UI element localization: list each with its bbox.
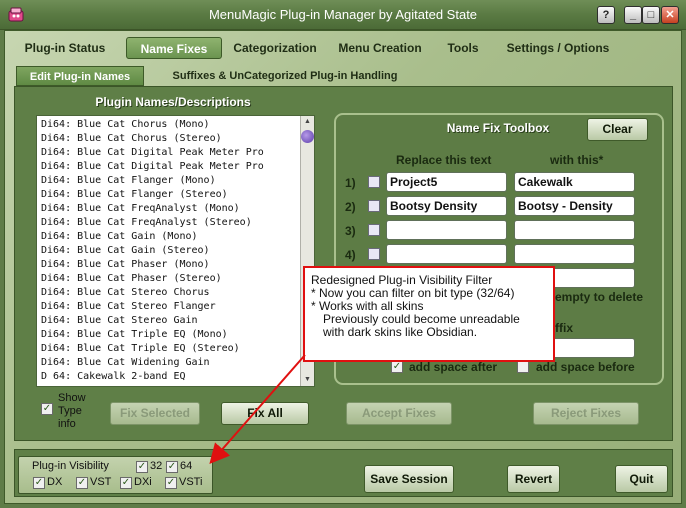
revert-button[interactable]: Revert: [507, 465, 560, 493]
list-item[interactable]: Di64: Blue Cat Stereo Chorus: [41, 286, 303, 300]
callout-line: with dark skins like Obsidian.: [323, 325, 478, 339]
dx-label: DX: [47, 476, 63, 488]
with-field-3[interactable]: [514, 220, 635, 240]
dxi-checkbox[interactable]: ✓: [120, 477, 132, 489]
dx-checkbox[interactable]: ✓: [33, 477, 45, 489]
replace-field-3[interactable]: [386, 220, 507, 240]
replace-field-2[interactable]: Bootsy Density: [386, 196, 507, 216]
list-item[interactable]: Di64: Blue Cat Chorus (Stereo): [41, 132, 303, 146]
list-item[interactable]: Di64: Blue Cat FreqAnalyst (Mono): [41, 202, 303, 216]
row-checkbox[interactable]: [368, 200, 380, 212]
list-item[interactable]: Di64: Blue Cat Gain (Stereo): [41, 244, 303, 258]
row-number: 4): [345, 248, 356, 262]
tab-name-fixes[interactable]: Name Fixes: [126, 37, 222, 59]
col-replace-header: Replace this text: [396, 153, 492, 167]
vsti-label: VSTi: [179, 476, 203, 488]
tab-menu-creation[interactable]: Menu Creation: [333, 37, 427, 59]
quit-button[interactable]: Quit: [615, 465, 668, 493]
list-item[interactable]: Di64: Blue Cat Stereo Gain: [41, 314, 303, 328]
tab-settings-options[interactable]: Settings / Options: [498, 37, 618, 59]
toolbox-title: Name Fix Toolbox: [446, 121, 550, 135]
row-checkbox[interactable]: [368, 176, 380, 188]
list-item[interactable]: Di64: Blue Cat Phaser (Mono): [41, 258, 303, 272]
add-space-after-label: add space after: [409, 360, 498, 374]
minimize-button[interactable]: _: [624, 6, 642, 24]
tab-categorization[interactable]: Categorization: [226, 37, 324, 59]
list-item[interactable]: Di64: Blue Cat Stereo Flanger: [41, 300, 303, 314]
clear-button[interactable]: Clear: [587, 118, 648, 141]
bit-32-label: 32: [150, 460, 163, 472]
subtab-edit-plugin-names[interactable]: Edit Plug-in Names: [16, 66, 144, 86]
vst-label: VST: [90, 476, 112, 488]
bit-32-checkbox[interactable]: ✓: [136, 461, 148, 473]
add-space-before-label: add space before: [536, 360, 635, 374]
list-item[interactable]: Di64: Blue Cat Triple EQ (Mono): [41, 328, 303, 342]
replace-field-4[interactable]: [386, 244, 507, 264]
scroll-thumb[interactable]: [301, 130, 314, 143]
tab-plugin-status[interactable]: Plug-in Status: [18, 37, 112, 59]
plugin-names-rows: Di64: Blue Cat Chorus (Mono) Di64: Blue C…: [41, 118, 303, 384]
scroll-down-icon[interactable]: ▼: [302, 375, 313, 385]
with-field-4[interactable]: [514, 244, 635, 264]
row-number: 1): [345, 176, 356, 190]
empty-to-delete-note: empty to delete: [555, 290, 644, 304]
suffix-label: ffix: [555, 321, 573, 335]
with-field-2[interactable]: Bootsy - Density: [514, 196, 635, 216]
vsti-checkbox[interactable]: ✓: [165, 477, 177, 489]
tab-tools[interactable]: Tools: [440, 37, 486, 59]
list-item[interactable]: Di64: Blue Cat Chorus (Mono): [41, 118, 303, 132]
row-number: 2): [345, 200, 356, 214]
window-title: MenuMagic Plug-in Manager by Agitated St…: [208, 7, 478, 22]
visibility-title: Plug-in Visibility: [32, 460, 109, 472]
row-checkbox[interactable]: [368, 248, 380, 260]
list-item[interactable]: Di64: Blue Cat Widening Gain: [41, 356, 303, 370]
plugin-names-list[interactable]: Di64: Blue Cat Chorus (Mono) Di64: Blue C…: [36, 115, 315, 387]
add-space-before-checkbox[interactable]: [517, 361, 529, 373]
show-type-info-checkbox[interactable]: ✓: [41, 403, 53, 415]
scroll-up-icon[interactable]: ▲: [302, 117, 313, 127]
dxi-label: DXi: [134, 476, 152, 488]
maximize-button[interactable]: □: [642, 6, 660, 24]
with-field-1[interactable]: Cakewalk: [514, 172, 635, 192]
subtab-suffixes[interactable]: Suffixes & UnCategorized Plug-in Handlin…: [160, 66, 410, 86]
names-heading: Plugin Names/Descriptions: [95, 95, 251, 109]
feature-callout: Redesigned Plug-in Visibility Filter * N…: [303, 266, 555, 362]
accept-fixes-button[interactable]: Accept Fixes: [346, 402, 452, 425]
row-checkbox[interactable]: [368, 224, 380, 236]
reject-fixes-button[interactable]: Reject Fixes: [533, 402, 639, 425]
close-button[interactable]: ✕: [661, 6, 679, 24]
add-space-after-checkbox[interactable]: ✓: [391, 361, 403, 373]
save-session-button[interactable]: Save Session: [364, 465, 454, 493]
list-item[interactable]: Di64: Blue Cat Gain (Mono): [41, 230, 303, 244]
show-type-info-label: Show Type info: [58, 392, 86, 430]
help-button[interactable]: ?: [597, 6, 615, 24]
list-item[interactable]: Di64: Blue Cat Digital Peak Meter Pro: [41, 146, 303, 160]
list-item[interactable]: Di64: Blue Cat Digital Peak Meter Pro: [41, 160, 303, 174]
list-item[interactable]: Di64: Blue Cat Triple EQ (Stereo): [41, 342, 303, 356]
bit-64-label: 64: [180, 460, 193, 472]
list-item[interactable]: Di64: Blue Cat Phaser (Stereo): [41, 272, 303, 286]
list-item[interactable]: Di64: Blue Cat Flanger (Mono): [41, 174, 303, 188]
list-item[interactable]: Di64: Blue Cat Flanger (Stereo): [41, 188, 303, 202]
bit-64-checkbox[interactable]: ✓: [166, 461, 178, 473]
list-item[interactable]: D 64: Cakewalk 2-band EQ: [41, 370, 303, 384]
fix-selected-button[interactable]: Fix Selected: [110, 402, 200, 425]
vst-checkbox[interactable]: ✓: [76, 477, 88, 489]
fix-all-button[interactable]: Fix All: [221, 402, 309, 425]
list-item[interactable]: Di64: Blue Cat FreqAnalyst (Stereo): [41, 216, 303, 230]
replace-field-1[interactable]: Project5: [386, 172, 507, 192]
row-number: 3): [345, 224, 356, 238]
col-with-header: with this*: [550, 153, 604, 167]
